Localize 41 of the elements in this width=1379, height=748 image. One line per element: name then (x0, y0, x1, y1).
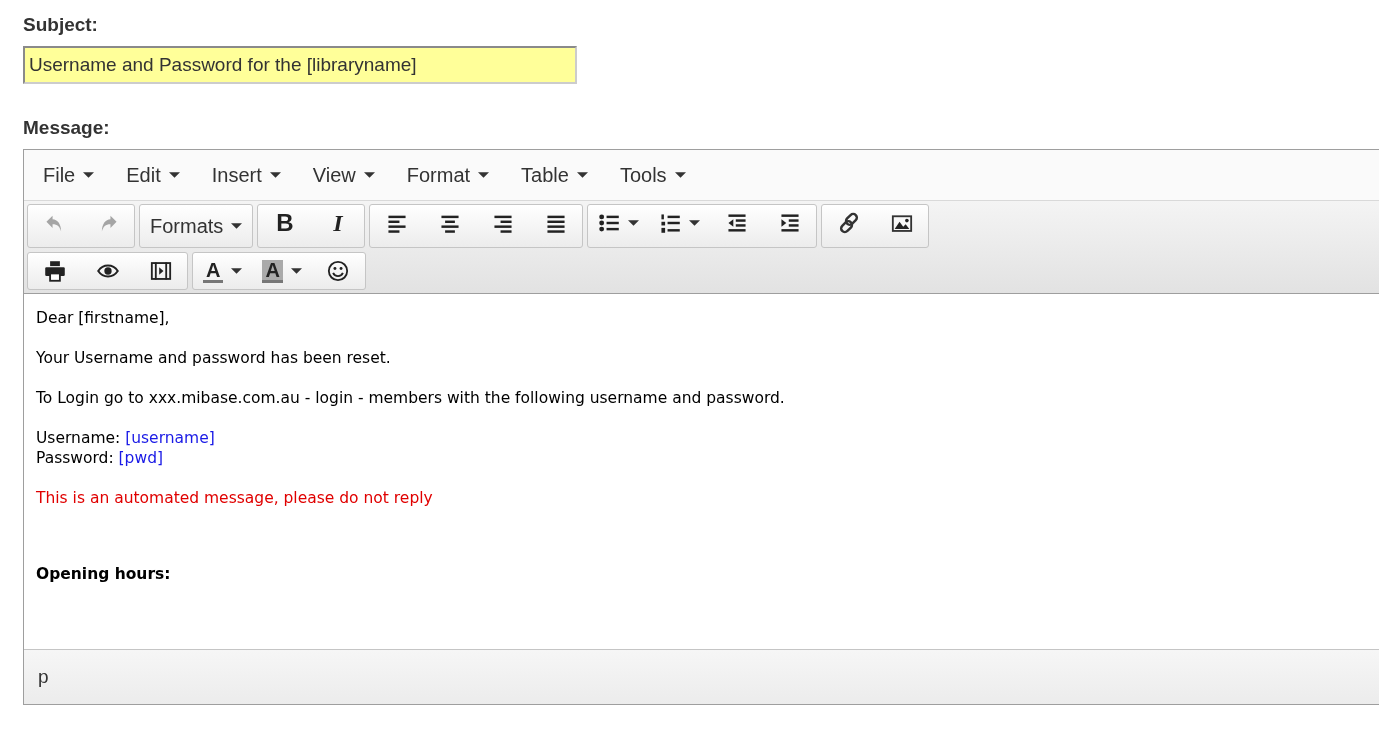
menu-item[interactable]: Tools (610, 159, 695, 191)
chain-link-icon (837, 212, 860, 234)
indent-icon (778, 212, 801, 234)
menu-item[interactable]: Format (397, 159, 499, 191)
bold-icon: B (276, 211, 294, 235)
section-heading: Opening hours: (36, 564, 172, 584)
menu-item[interactable]: Table (512, 159, 597, 191)
menu-item[interactable]: Edit (117, 159, 189, 191)
caret-icon (168, 172, 180, 178)
film-icon (149, 260, 172, 282)
outdent-icon (725, 212, 748, 234)
bullet-list-icon (598, 212, 621, 234)
message-paragraph: Your Username and password has been reset. (36, 348, 392, 368)
subject-label: Subject: (23, 14, 99, 36)
message-paragraph: To Login go to xxx.mibase.com.au - login - members with the following username and password. (36, 388, 786, 408)
caret-icon (269, 172, 281, 178)
highlight-icon: A (262, 259, 283, 283)
italic-button[interactable]: I (311, 205, 365, 241)
message-label: Message: (23, 117, 111, 139)
image-icon (890, 212, 913, 234)
caret-icon (363, 172, 375, 178)
bold-button[interactable]: B (258, 205, 312, 241)
smiley-icon (327, 260, 350, 282)
caret-icon (674, 172, 686, 178)
numbered-list-icon (659, 212, 682, 234)
menu-item[interactable]: View (303, 159, 384, 191)
caret-icon (83, 172, 95, 178)
menu-item[interactable]: Insert (202, 159, 290, 191)
caret-icon (576, 172, 588, 178)
highlight-button[interactable]: A (252, 253, 312, 289)
message-paragraph: Username: [username] Password: [pwd] (36, 428, 216, 468)
formats-dropdown[interactable]: Formats (140, 205, 253, 247)
message-paragraph: Dear [firstname], (36, 308, 171, 328)
subject-field[interactable]: Username and Password for the [libraryname] (23, 46, 577, 84)
menu-item[interactable]: File (34, 159, 104, 191)
caret-icon (478, 172, 490, 178)
printer-icon (43, 260, 66, 282)
warning-text: This is an automated message, please do not reply (36, 488, 434, 508)
text-color-button[interactable]: A (193, 253, 253, 289)
element-path[interactable]: p (38, 666, 49, 688)
italic-icon: I (333, 211, 343, 235)
